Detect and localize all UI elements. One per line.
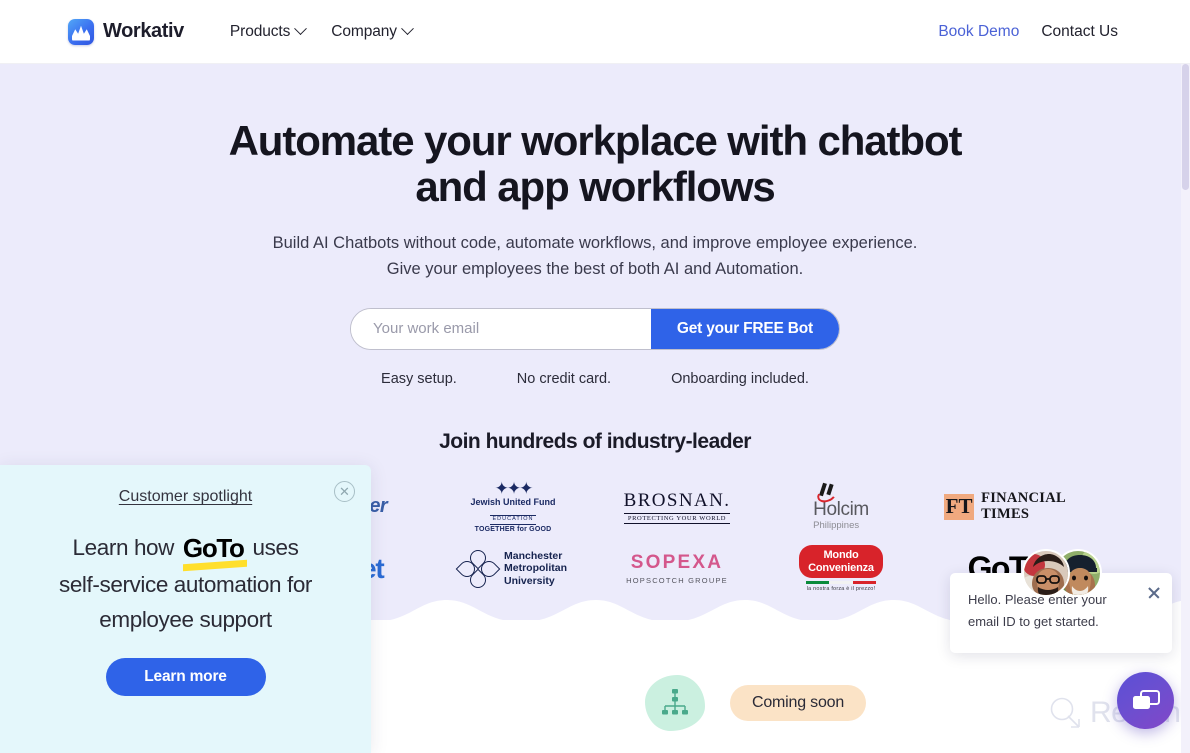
spotlight-line1: Learn how GoTo uses <box>22 528 349 572</box>
page-title-line2: and app workflows <box>415 162 775 210</box>
juf-line3: TOGETHER for GOOD <box>474 525 552 533</box>
chat-close-icon[interactable] <box>1147 586 1161 600</box>
mondo-pill: Mondo Convenienza <box>799 545 883 578</box>
org-chart-icon <box>645 675 705 731</box>
brosnan-label: BROSNAN. <box>623 489 731 511</box>
book-demo-link[interactable]: Book Demo <box>938 23 1019 41</box>
mondo-line2: Convenienza <box>808 561 874 574</box>
juf-label: Jewish United Fund <box>470 497 556 508</box>
hero-subtitle-line1: Build AI Chatbots without code, automate… <box>272 233 918 252</box>
chat-agent-avatars <box>1022 549 1108 597</box>
mmu-line1: Manchester <box>504 549 563 562</box>
brosnan-tagline: PROTECTING YOUR WORLD <box>623 512 731 524</box>
nav-item-company-label: Company <box>331 22 397 40</box>
perks-list: Easy setup. No credit card. Onboarding i… <box>0 371 1190 387</box>
customer-spotlight-popup: ✕ Customer spotlight Learn how GoTo uses… <box>0 465 371 753</box>
signup-form: Get your FREE Bot <box>350 307 840 350</box>
learn-more-button[interactable]: Learn more <box>105 658 266 697</box>
juf-line2: EDUCATION <box>489 514 537 525</box>
hero-subtitle-line2: Give your employees the best of both AI … <box>386 259 804 278</box>
perk-easy-setup: Easy setup. <box>381 370 457 387</box>
nav-item-products[interactable]: Products <box>229 22 308 41</box>
perk-onboarding: Onboarding included. <box>671 370 809 387</box>
chat-launcher-button[interactable] <box>1117 672 1174 729</box>
get-free-bot-button[interactable]: Get your FREE Bot <box>650 308 839 349</box>
workativ-logo-icon <box>68 18 94 45</box>
email-field[interactable] <box>351 308 651 349</box>
coming-soon-row: Coming soon <box>645 675 867 731</box>
coming-soon-badge: Coming soon <box>730 685 867 721</box>
hero-subtitle: Build AI Chatbots without code, automate… <box>0 230 1190 282</box>
spotlight-title[interactable]: Customer spotlight <box>0 488 371 506</box>
holcim-sublabel: Philippines <box>813 519 860 531</box>
header-actions: Book Demo Contact Us <box>938 23 1118 41</box>
logo-financial-times: FT FINANCIAL TIMES <box>930 479 1080 535</box>
agent-avatar-1 <box>1022 549 1070 597</box>
mondo-line1: Mondo <box>823 549 859 562</box>
signup-form-wrap: Get your FREE Bot <box>0 307 1190 350</box>
juf-star-icon: ✦✦✦ <box>494 479 534 499</box>
logo-brosnan: BROSNAN. PROTECTING YOUR WORLD <box>602 479 752 535</box>
spotlight-brand-label: GoTo <box>182 533 245 563</box>
ft-wordmark: FINANCIAL TIMES <box>981 490 1066 522</box>
logo-holcim: Holcim Philippines <box>766 479 916 535</box>
spotlight-line2: self-service automation for <box>58 572 313 598</box>
contact-us-link[interactable]: Contact Us <box>1041 23 1118 41</box>
nav-item-products-label: Products <box>229 22 291 40</box>
brand-name: Workativ <box>103 20 184 42</box>
org-chart-glyph <box>662 689 688 715</box>
chat-bubbles-icon <box>1132 690 1160 709</box>
logo-jewish-united-fund: ✦✦✦ Jewish United Fund EDUCATION TOGETHE… <box>438 479 588 535</box>
page-scrollbar[interactable] <box>1181 64 1190 753</box>
holcim-label: Holcim <box>813 498 869 520</box>
perk-no-credit-card: No credit card. <box>516 370 612 387</box>
nav-item-company[interactable]: Company <box>331 22 414 41</box>
spotlight-text-after: uses <box>252 535 299 560</box>
spotlight-line3: employee support <box>99 607 272 633</box>
mmu-line2: Metropolitan <box>504 562 567 575</box>
page-title-line1: Automate your workplace with chatbot <box>228 117 963 164</box>
chevron-down-icon <box>401 22 414 36</box>
sopexa-label: SOPEXA <box>630 552 724 574</box>
site-header: Workativ Products Company Book Demo Cont… <box>0 0 1190 64</box>
ft-monogram: FT <box>944 493 975 520</box>
spotlight-close-button[interactable]: ✕ <box>334 481 355 502</box>
holcim-mark-icon <box>815 482 843 505</box>
scrollbar-thumb[interactable] <box>1182 64 1189 190</box>
page-title: Automate your workplace with chatbot and… <box>0 118 1190 210</box>
spotlight-goto-logo: GoTo <box>182 528 247 572</box>
spotlight-body: Learn how GoTo uses self-service automat… <box>0 528 371 638</box>
brand-logo[interactable]: Workativ <box>68 18 184 45</box>
chevron-down-icon <box>294 22 308 36</box>
spotlight-text-before: Learn how <box>72 535 175 560</box>
logos-heading: Join hundreds of industry-leader <box>439 429 751 453</box>
ft-line2: TIMES <box>981 505 1030 522</box>
close-circle-icon: ✕ <box>339 484 350 499</box>
page-root: Workativ Products Company Book Demo Cont… <box>0 0 1190 753</box>
ft-line1: FINANCIAL <box>981 490 1066 506</box>
main-nav: Products Company <box>229 22 414 41</box>
